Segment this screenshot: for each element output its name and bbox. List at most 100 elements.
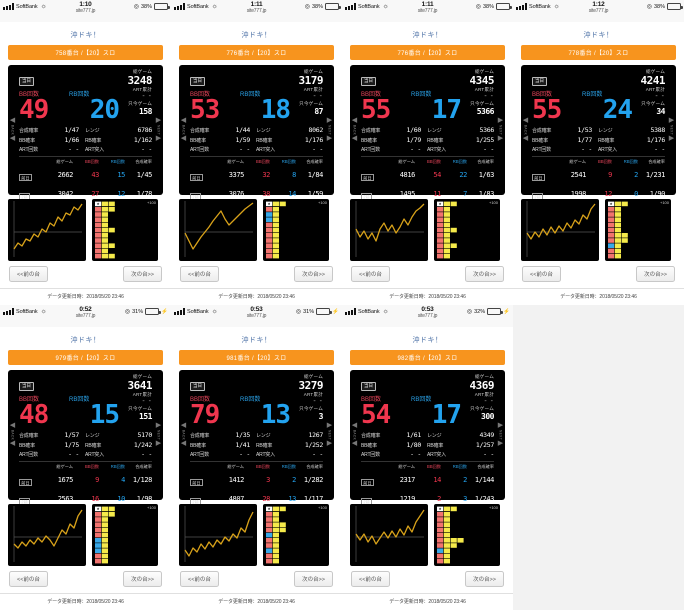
prev-machine-button[interactable]: <<前の台 <box>351 266 390 282</box>
updated-timestamp: データ更新日時：2018/05/20 23:46 <box>0 288 171 300</box>
back-arrow[interactable]: ◀ BACK ◀ <box>179 117 188 142</box>
machine-title-button[interactable]: 778番台 /【20】スロ <box>521 45 676 60</box>
next-arrow[interactable]: ▶ NEXT ▶ <box>154 117 163 142</box>
bb-count-value: 55 <box>361 95 391 125</box>
bonus-block-chart: +100 ★ <box>92 199 158 261</box>
back-arrow[interactable]: ◀ BACK ◀ <box>350 117 359 142</box>
charts-row: +100 ★ <box>8 504 163 566</box>
back-arrow[interactable]: ◀ BACK ◀ <box>350 422 359 447</box>
history-rb: 4 <box>121 476 125 484</box>
next-machine-button[interactable]: 次の台>> <box>636 266 675 282</box>
history-rb: 8 <box>292 171 296 179</box>
machine-title-button[interactable]: 776番台 /【20】スロ <box>350 45 505 60</box>
art-count-value: - - <box>581 145 592 153</box>
history-bb: 12 <box>604 190 612 198</box>
payout-line-chart <box>8 199 86 261</box>
today-badge: 当日 <box>190 381 205 391</box>
art-total-value: - - <box>142 93 152 100</box>
rb-rate-label: RB確率 <box>427 442 444 449</box>
history-bb: 11 <box>433 190 441 198</box>
history-games: 2541 <box>570 171 587 179</box>
next-machine-button[interactable]: 次の台>> <box>123 571 162 587</box>
prev-machine-button[interactable]: <<前の台 <box>522 266 561 282</box>
charts-row: +100 ★ <box>8 199 163 261</box>
next-arrow[interactable]: ▶ NEXT ▶ <box>154 422 163 447</box>
machine-title-button[interactable]: 981番台 /【20】スロ <box>179 350 334 365</box>
history-col-rate: 合成確率 <box>135 464 152 469</box>
machine-title-button[interactable]: 776番台 /【20】スロ <box>179 45 334 60</box>
combined-rate-label: 合成確率 <box>19 433 39 439</box>
art-count-label: ART回数 <box>190 147 209 153</box>
art-count-value: - - <box>68 145 79 153</box>
rates-block: 合成確率 1/60 レンジ 5366 BB確率 1/79 RB確率 1/255 ART回数 - -… <box>361 126 494 153</box>
current-game-value: 300 <box>481 412 494 421</box>
nav-buttons: <<前の台 次の台>> <box>9 571 162 587</box>
table-row: 前日 2541 9 2 1/231 <box>532 166 665 184</box>
status-right: ◎ 31% ⚡ <box>125 308 168 315</box>
prev-machine-button[interactable]: <<前の台 <box>9 266 48 282</box>
next-arrow[interactable]: ▶ NEXT ▶ <box>325 422 334 447</box>
combined-rate-label: 合成確率 <box>19 128 39 134</box>
art-total-value: - - <box>484 398 494 405</box>
history-bb: 38 <box>262 190 270 198</box>
next-machine-button[interactable]: 次の台>> <box>294 266 333 282</box>
back-arrow[interactable]: ◀ BACK ◀ <box>179 422 188 447</box>
updated-timestamp: データ更新日時：2018/05/20 23:46 <box>342 593 513 605</box>
rb-rate-value: 1/242 <box>133 440 152 449</box>
rb-count-value: 18 <box>260 95 291 125</box>
machine-title-button[interactable]: 758番台 /【20】スロ <box>8 45 163 60</box>
total-game-value: 3179 <box>298 74 324 87</box>
back-arrow[interactable]: ◀ BACK ◀ <box>521 117 530 142</box>
art-total-value: - - <box>484 93 494 100</box>
machine-title-button[interactable]: 979番台 /【20】スロ <box>8 350 163 365</box>
plus100-label: +100 <box>317 200 327 205</box>
prev-machine-button[interactable]: <<前の台 <box>9 571 48 587</box>
next-machine-button[interactable]: 次の台>> <box>465 571 504 587</box>
page-title: 沖ドキ！ <box>583 32 614 39</box>
history-bb: 9 <box>95 476 99 484</box>
screenshot-grid: SoftBank ☼ 1:10 site777.jp ◎ 38% 沖ドキ！ 758番台 /【2… <box>0 0 684 610</box>
history-rate: 1/78 <box>136 190 153 198</box>
art-entry-label: ART突入 <box>256 147 275 153</box>
battery-percent-label: 38% <box>140 3 152 10</box>
today-badge: 当日 <box>532 76 547 86</box>
art-entry-value: - - <box>483 450 494 458</box>
next-arrow[interactable]: ▶ NEXT ▶ <box>496 117 505 142</box>
history-rate: 1/45 <box>136 171 153 179</box>
prev-machine-button[interactable]: <<前の台 <box>180 266 219 282</box>
rb-count-value: 17 <box>431 95 462 125</box>
next-arrow[interactable]: ▶ NEXT ▶ <box>325 117 334 142</box>
next-arrow[interactable]: ▶ NEXT ▶ <box>496 422 505 447</box>
prev-machine-button[interactable]: <<前の台 <box>180 571 219 587</box>
bb-count-value: 54 <box>361 400 391 430</box>
bb-rate-value: 1/75 <box>64 440 80 449</box>
nav-buttons: <<前の台 次の台>> <box>180 266 333 282</box>
updated-timestamp: データ更新日時：2018/05/20 23:46 <box>513 288 684 300</box>
next-machine-button[interactable]: 次の台>> <box>465 266 504 282</box>
back-arrow[interactable]: ◀ BACK ◀ <box>8 117 17 142</box>
machine-title-button[interactable]: 982番台 /【20】スロ <box>350 350 505 365</box>
prev-machine-button[interactable]: <<前の台 <box>351 571 390 587</box>
next-machine-button[interactable]: 次の台>> <box>294 571 333 587</box>
location-icon: ◎ <box>466 308 473 315</box>
battery-icon <box>496 3 512 10</box>
rb-count-value: 13 <box>260 400 291 430</box>
rb-rate-value: 1/176 <box>646 135 665 144</box>
charts-row: +100 ★ <box>350 199 505 261</box>
rb-rate-label: RB確率 <box>427 137 444 144</box>
art-entry-value: - - <box>483 145 494 153</box>
charts-row: +100 ★ <box>179 199 334 261</box>
bonus-block-chart: +100 ★ <box>263 199 329 261</box>
back-arrow[interactable]: ◀ BACK ◀ <box>8 422 17 447</box>
page-title: 沖ドキ！ <box>70 337 101 344</box>
next-arrow[interactable]: ▶ NEXT ▶ <box>667 117 676 142</box>
battery-percent-label: 38% <box>311 3 323 10</box>
plus100-label: +100 <box>146 505 156 510</box>
charts-row: +100 ★ <box>521 199 676 261</box>
updated-timestamp: データ更新日時：2018/05/20 23:46 <box>171 593 342 605</box>
history-rate: 1/243 <box>474 495 494 503</box>
bonus-block-chart: +100 ★ <box>605 199 671 261</box>
range-value: 1267 <box>308 431 324 439</box>
next-machine-button[interactable]: 次の台>> <box>123 266 162 282</box>
history-col-rb: RB回数 <box>452 159 467 164</box>
